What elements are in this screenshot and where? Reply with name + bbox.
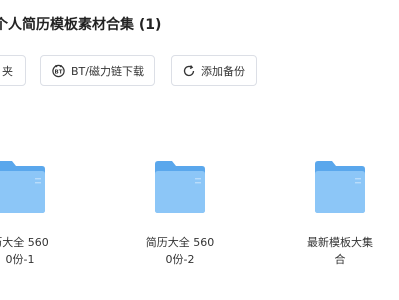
- folder-name-line2: 0份-1: [5, 253, 35, 266]
- folder-name-line1: 历大全 560: [0, 236, 49, 249]
- bt-download-button[interactable]: BT BT/磁力链下载: [40, 55, 155, 86]
- folder-icon: [315, 161, 365, 213]
- folder-icon: [0, 161, 45, 213]
- folder-name-line2: 0份-2: [165, 253, 195, 266]
- bt-magnet-icon: BT: [51, 63, 66, 78]
- page-title: 个人简历模板素材合集 (1): [0, 17, 162, 33]
- add-backup-button[interactable]: 添加备份: [171, 55, 257, 86]
- folder-name-line2: 合: [334, 253, 346, 266]
- svg-text:BT: BT: [55, 69, 63, 75]
- folder-item[interactable]: 简历大全 560 0份-2: [120, 158, 240, 268]
- refresh-icon: [182, 64, 196, 78]
- add-backup-label: 添加备份: [201, 64, 245, 78]
- folder-button[interactable]: 夹: [0, 55, 26, 86]
- folder-item[interactable]: 历大全 560 0份-1: [0, 158, 80, 268]
- folder-button-label: 夹: [2, 64, 13, 78]
- folder-name-line1: 最新模板大集: [307, 236, 373, 249]
- folder-name-line1: 简历大全 560: [145, 236, 215, 249]
- folder-icon: [155, 161, 205, 213]
- bt-download-label: BT/磁力链下载: [71, 64, 144, 78]
- folder-item[interactable]: 最新模板大集 合: [280, 158, 399, 268]
